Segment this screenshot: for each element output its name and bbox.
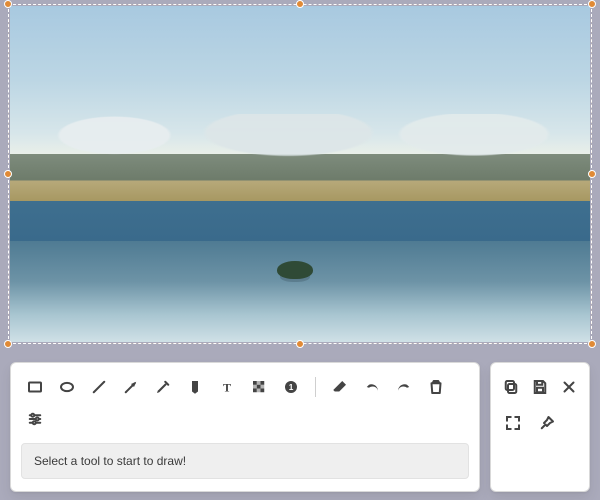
- action-row-2: [501, 411, 579, 435]
- eraser-tool[interactable]: [326, 373, 354, 401]
- redo-icon: [395, 378, 413, 396]
- toolbar-separator: [315, 377, 316, 397]
- rectangle-icon: [26, 378, 44, 396]
- selection-marquee[interactable]: [8, 4, 592, 344]
- copy-icon: [502, 378, 520, 396]
- fullscreen-icon: [504, 414, 522, 432]
- ellipse-tool[interactable]: [53, 373, 81, 401]
- resize-handle-n[interactable]: [296, 0, 304, 8]
- delete-button[interactable]: [422, 373, 450, 401]
- pin-icon: [538, 414, 556, 432]
- text-icon: T: [218, 378, 236, 396]
- close-icon: [560, 378, 578, 396]
- pen-icon: [154, 378, 172, 396]
- line-tool[interactable]: [85, 373, 113, 401]
- save-icon: [531, 378, 549, 396]
- pin-button[interactable]: [535, 411, 559, 435]
- pixelate-icon: [250, 378, 268, 396]
- resize-handle-s[interactable]: [296, 340, 304, 348]
- resize-handle-nw[interactable]: [4, 0, 12, 8]
- toolbar-panel: T 1: [10, 362, 590, 492]
- eraser-icon: [331, 378, 349, 396]
- drawing-toolbar: T 1: [10, 362, 480, 492]
- action-sidebar: [490, 362, 590, 492]
- resize-handle-e[interactable]: [588, 170, 596, 178]
- resize-handle-ne[interactable]: [588, 0, 596, 8]
- counter-tool[interactable]: 1: [277, 373, 305, 401]
- redo-button[interactable]: [390, 373, 418, 401]
- trash-icon: [427, 378, 445, 396]
- close-button[interactable]: [560, 375, 579, 399]
- svg-text:1: 1: [289, 383, 294, 392]
- pen-tool[interactable]: [149, 373, 177, 401]
- marker-icon: [186, 378, 204, 396]
- text-tool[interactable]: T: [213, 373, 241, 401]
- line-icon: [90, 378, 108, 396]
- hint-bar: Select a tool to start to draw!: [21, 443, 469, 479]
- sliders-icon: [26, 410, 44, 428]
- capture-canvas[interactable]: [8, 4, 592, 344]
- rectangle-tool[interactable]: [21, 373, 49, 401]
- svg-text:T: T: [223, 381, 231, 395]
- arrow-tool[interactable]: [117, 373, 145, 401]
- properties-button[interactable]: [21, 405, 49, 433]
- copy-button[interactable]: [501, 375, 520, 399]
- undo-icon: [363, 378, 381, 396]
- counter-icon: 1: [282, 378, 300, 396]
- action-row-1: [501, 375, 579, 399]
- ellipse-icon: [58, 378, 76, 396]
- save-button[interactable]: [530, 375, 549, 399]
- resize-handle-se[interactable]: [588, 340, 596, 348]
- pixelate-tool[interactable]: [245, 373, 273, 401]
- fill-tool[interactable]: [181, 373, 209, 401]
- hint-text: Select a tool to start to draw!: [34, 454, 186, 468]
- fullscreen-button[interactable]: [501, 411, 525, 435]
- resize-handle-w[interactable]: [4, 170, 12, 178]
- undo-button[interactable]: [358, 373, 386, 401]
- tool-row: T 1: [21, 373, 469, 433]
- arrow-icon: [122, 378, 140, 396]
- resize-handle-sw[interactable]: [4, 340, 12, 348]
